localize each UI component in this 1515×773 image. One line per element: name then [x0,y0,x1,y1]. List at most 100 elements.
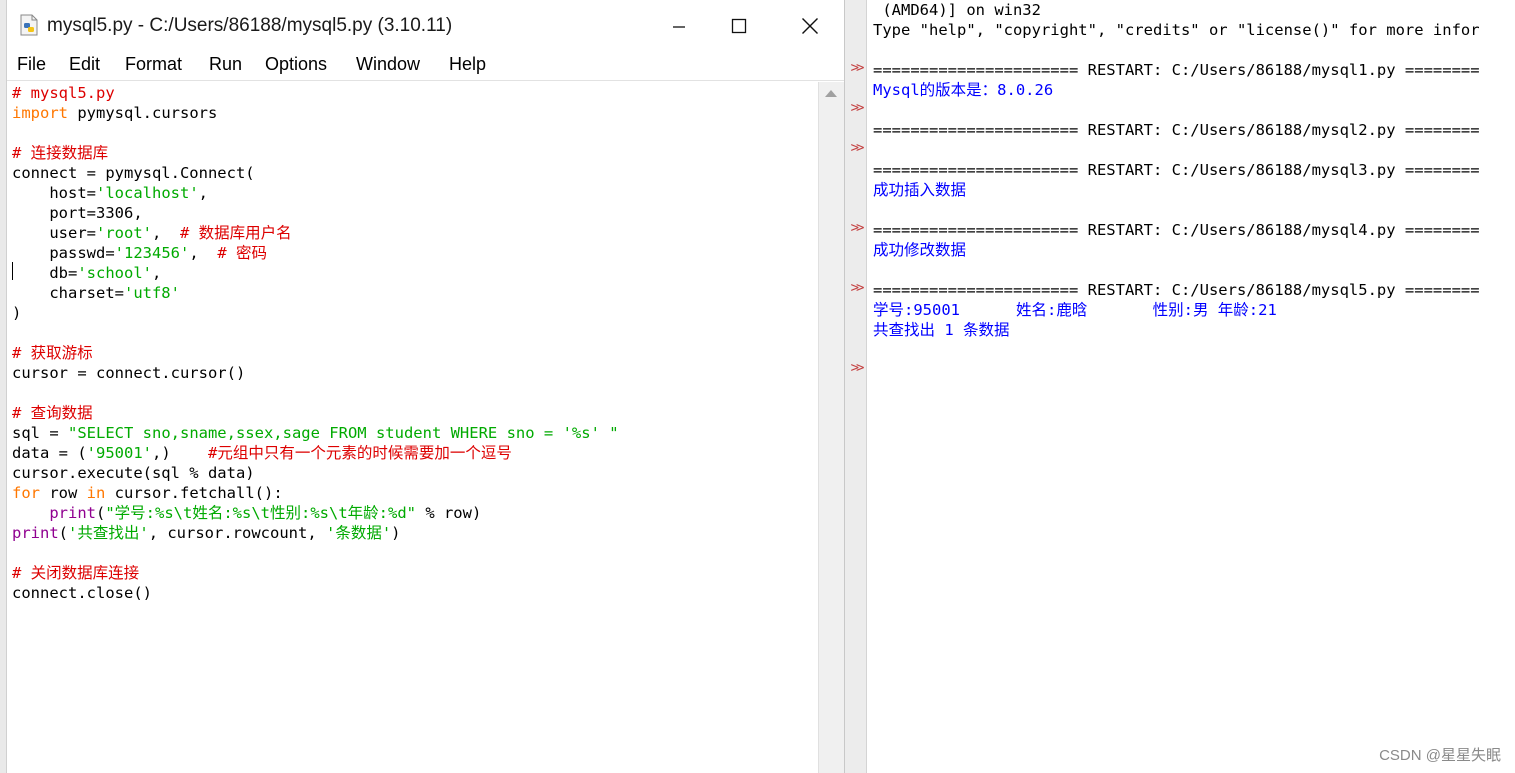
shell-prompt: >> [850,360,865,376]
code-token: # 连接数据库 [12,144,109,162]
code-line: # 关闭数据库连接 [12,563,139,583]
code-line: host='localhost', [12,183,208,203]
menu-options[interactable]: Options [265,54,327,75]
code-line: user='root', # 数据库用户名 [12,223,292,243]
code-token: ) [391,524,401,542]
shell-line: (AMD64)] on win32 [873,1,1041,19]
code-line: connect = pymysql.Connect( [12,163,255,183]
shell-output[interactable]: (AMD64)] on win32 Type "help", "copyright… [867,0,1515,773]
code-editor[interactable]: # mysql5.py import pymysql.cursors # 连接数据库… [7,82,818,773]
code-token: cursor.fetchall(): [105,484,283,502]
code-line: passwd='123456', # 密码 [12,243,267,263]
shell-line: ====================== RESTART: C:/Users… [873,281,1480,299]
code-token: ) [12,304,22,322]
code-token: # 密码 [217,244,267,262]
shell-line: ====================== RESTART: C:/Users… [873,121,1480,139]
code-line: # 获取游标 [12,343,93,363]
close-button[interactable] [790,10,830,42]
code-token: , [151,264,162,282]
code-token: 'utf8' [123,284,180,302]
code-token: connect = pymysql.Connect( [12,164,255,182]
code-token: '123456' [114,244,190,262]
window-title: mysql5.py - C:/Users/86188/mysql5.py (3.… [47,15,453,36]
shell-line: 成功修改数据 [873,241,967,259]
code-line: # 连接数据库 [12,143,108,163]
menu-format[interactable]: Format [125,54,182,75]
code-line: sql = "SELECT sno,sname,ssex,sage FROM s… [12,423,619,443]
watermark: CSDN @星星失眠 [1379,747,1501,764]
code-line: data = ('95001',) #元组中只有一个元素的时候需要加一个逗号 [12,443,512,463]
code-token: # mysql5.py [12,84,115,102]
code-token: in [86,484,106,502]
menu-run[interactable]: Run [209,54,242,75]
code-line: db='school', [12,263,161,283]
minimize-button[interactable] [659,10,699,42]
text-cursor [12,262,13,280]
menu-bar: File Edit Format Run Options Window Help [7,52,844,81]
shell-line: 成功插入数据 [873,181,967,199]
code-token: % row) [415,504,482,522]
shell-line: Mysql的版本是：8.0.26 [873,81,1054,99]
code-line: # 查询数据 [12,403,93,423]
code-token: # 获取游标 [12,344,93,362]
shell-prompt: >> [850,100,865,116]
code-line: print("学号:%s\t姓名:%s\t性别:%s\t年龄:%d" % row… [12,503,481,523]
code-token: import [12,104,68,122]
menu-help[interactable]: Help [449,54,486,75]
shell-line: Type "help", "copyright", "credits" or "… [873,21,1480,39]
code-token: #元组中只有一个元素的时候需要加一个逗号 [207,444,512,462]
code-token: 'school' [77,264,152,282]
code-line: cursor.execute(sql % data) [12,463,255,483]
shell-prompt: >> [850,280,865,296]
scroll-up-arrow-icon[interactable] [825,90,837,97]
code-token: 'root' [96,224,152,242]
menu-file[interactable]: File [17,54,46,75]
python-file-icon [20,14,38,36]
shell-prompt: >> [850,220,865,236]
shell-prompt-gutter: >> >> >> >> >> >> [845,0,867,773]
code-token: sql = [12,424,68,442]
code-token: port=3306, [12,204,143,222]
code-token: "学号:%s\t姓名:%s\t性别:%s\t年龄:%d" [105,504,416,522]
code-line: for row in cursor.fetchall(): [12,483,283,503]
title-bar[interactable]: mysql5.py - C:/Users/86188/mysql5.py (3.… [7,0,844,52]
code-token: connect.close() [12,584,152,602]
menu-edit[interactable]: Edit [69,54,100,75]
code-token: passwd= [12,244,115,262]
code-token: host= [12,184,96,202]
editor-scrollbar[interactable] [818,82,844,773]
code-token: data = ( [12,444,87,462]
code-line: ) [12,303,21,323]
code-line: print('共查找出', cursor.rowcount, '条数据') [12,523,401,543]
maximize-button[interactable] [719,10,759,42]
code-token: '共查找出' [68,524,149,542]
code-token: charset= [12,284,124,302]
code-token: , cursor.rowcount, [148,524,326,542]
code-token: cursor.execute(sql % data) [12,464,255,482]
code-token: # 关闭数据库连接 [12,564,140,582]
code-line: connect.close() [12,583,152,603]
shell-line: 共查找出 1 条数据 [873,321,1010,339]
code-token: # 查询数据 [12,404,93,422]
code-token: ,) [151,444,208,462]
code-token: # 数据库用户名 [180,224,292,242]
code-line: cursor = connect.cursor() [12,363,245,383]
code-token: ( [58,524,69,542]
code-token: "SELECT sno,sname,ssex,sage FROM student… [68,424,619,442]
code-line: # mysql5.py [12,83,115,103]
code-token: '95001' [86,444,152,462]
code-token: ( [96,504,106,522]
code-token: , [152,224,180,242]
menu-window[interactable]: Window [356,54,420,75]
code-token: user= [12,224,96,242]
code-token: for [12,484,40,502]
code-token: 'localhost' [96,184,199,202]
shell-line: 学号:95001 姓名:鹿晗 性别:男 年龄:21 [873,301,1277,319]
code-token: print [12,524,59,542]
shell-line: ====================== RESTART: C:/Users… [873,61,1480,79]
code-token: cursor = connect.cursor() [12,364,246,382]
shell-line: ====================== RESTART: C:/Users… [873,161,1480,179]
close-icon [802,18,818,34]
code-line: charset='utf8' [12,283,180,303]
